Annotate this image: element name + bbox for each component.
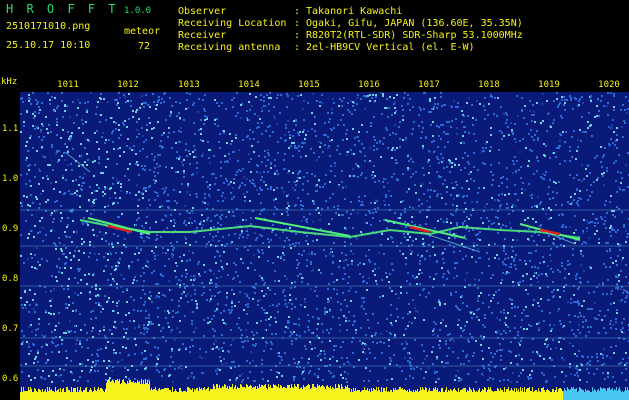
meta-colon: : [294, 6, 301, 17]
meta-colon: : [294, 18, 301, 29]
observer-value: Takanori Kawachi [306, 6, 403, 17]
header-panel: H R O F F T 1.0.0 2510171010.png meteor … [0, 0, 629, 76]
antenna-value: 2el-HB9CV Vertical (el. E-W) [306, 42, 475, 53]
observer-label: Observer [178, 6, 227, 17]
x-tick-label: 1011 [57, 80, 79, 90]
receiver-label: Receiver [178, 30, 227, 41]
x-tick-label: 1017 [418, 80, 440, 90]
app-logo: H R O F F T [6, 2, 119, 16]
receiver-value: R820T2(RTL-SDR) SDR-Sharp 53.1000MHz [306, 30, 523, 41]
category-label: meteor [124, 26, 161, 37]
x-tick-label: 1013 [178, 80, 200, 90]
location-label: Receiving Location [178, 18, 287, 29]
filename-label: 2510171010.png [6, 21, 91, 32]
y-axis-unit: kHz [1, 77, 18, 87]
y-tick-label: 0.6 [2, 374, 19, 384]
y-tick-label: 0.8 [2, 274, 19, 284]
x-tick-label: 1019 [538, 80, 560, 90]
y-tick-label: 1.0 [2, 174, 19, 184]
datetime-label: 25.10.17 10:10 [6, 40, 91, 51]
meta-colon: : [294, 42, 301, 53]
x-tick-label: 1012 [117, 80, 139, 90]
x-tick-label: 1015 [298, 80, 320, 90]
y-tick-label: 0.7 [2, 324, 19, 334]
y-tick-label: 0.9 [2, 224, 19, 234]
x-tick-label: 1020 [598, 80, 620, 90]
x-tick-label: 1014 [238, 80, 260, 90]
meta-colon: : [294, 30, 301, 41]
x-tick-label: 1018 [478, 80, 500, 90]
app-version: 1.0.0 [124, 6, 152, 16]
y-tick-label: 1.1 [2, 124, 19, 134]
spectrogram-plot [20, 92, 629, 400]
spectrogram-canvas [20, 92, 629, 400]
x-tick-label: 1016 [358, 80, 380, 90]
antenna-label: Receiving antenna [178, 42, 281, 53]
count-label: 72 [138, 41, 151, 52]
location-value: Ogaki, Gifu, JAPAN (136.60E, 35.35N) [306, 18, 523, 29]
